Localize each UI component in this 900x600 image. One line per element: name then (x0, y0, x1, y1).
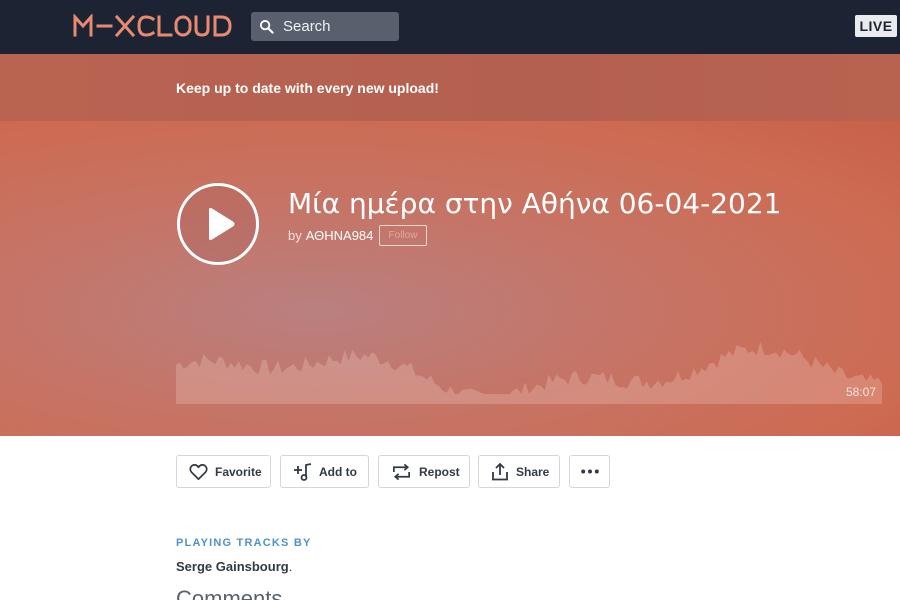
play-icon (209, 208, 235, 240)
by-prefix: by (288, 228, 302, 243)
share-icon (492, 463, 508, 481)
more-dots-icon (581, 469, 599, 474)
more-options-button[interactable] (569, 455, 610, 488)
waveform[interactable] (176, 321, 882, 404)
show-byline: by ΑΘΗΝΑ984 (288, 228, 373, 243)
follow-banner: Keep up to date with every new upload! (0, 54, 900, 121)
follow-button[interactable]: Follow (379, 225, 427, 246)
favorite-button[interactable]: Favorite (176, 455, 271, 488)
live-button[interactable]: LIVE (855, 15, 897, 37)
share-label: Share (516, 465, 550, 479)
banner-text: Keep up to date with every new upload! (176, 80, 439, 96)
waveform-shape (176, 341, 882, 404)
duration: 58:07 (846, 385, 877, 399)
top-nav: Search LIVE (0, 0, 900, 54)
tracks-artist-line: Serge Gainsbourg. (176, 559, 292, 574)
mixcloud-logo[interactable] (73, 12, 233, 40)
add-music-icon (294, 463, 312, 481)
artist-link[interactable]: Serge Gainsbourg (176, 559, 289, 574)
share-button[interactable]: Share (478, 455, 560, 488)
play-button[interactable] (177, 183, 259, 265)
repost-label: Repost (419, 465, 460, 479)
repost-button[interactable]: Repost (378, 455, 470, 488)
repost-icon (393, 463, 410, 481)
favorite-label: Favorite (215, 465, 262, 479)
show-title: Μία ημέρα στην Αθήνα 06-04-2021 (288, 187, 782, 220)
add-to-label: Add to (319, 465, 357, 479)
search-icon (259, 19, 274, 34)
playing-tracks-label: PLAYING TRACKS BY (176, 537, 312, 549)
search-input[interactable]: Search (251, 12, 399, 41)
comments-heading: Comments (176, 586, 283, 600)
artist-suffix: . (288, 559, 293, 574)
author-link[interactable]: ΑΘΗΝΑ984 (306, 228, 374, 243)
heart-icon (189, 464, 208, 480)
show-hero: Μία ημέρα στην Αθήνα 06-04-2021 by ΑΘΗΝΑ… (0, 121, 900, 436)
search-placeholder: Search (283, 18, 331, 35)
add-to-button[interactable]: Add to (280, 455, 369, 488)
